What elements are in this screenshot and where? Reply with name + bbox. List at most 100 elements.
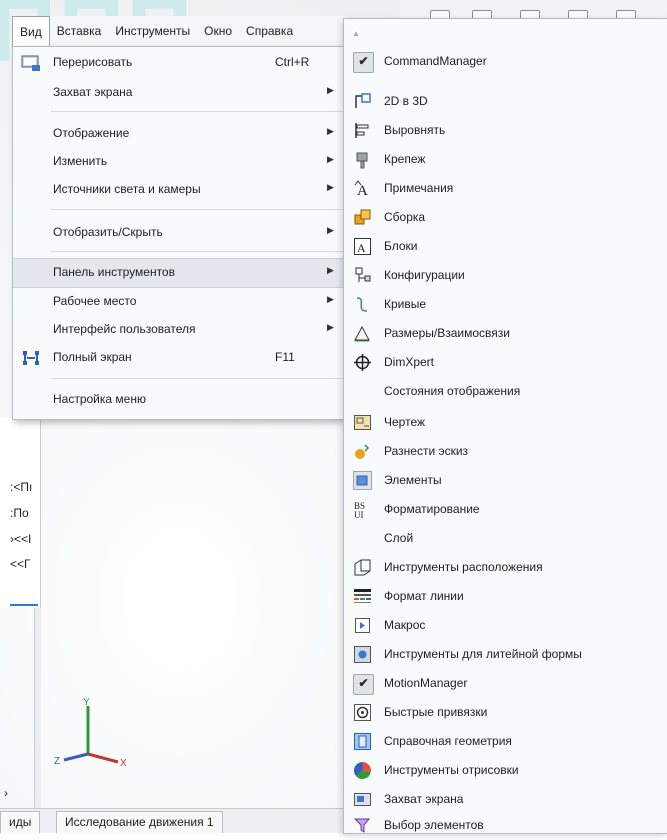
mold-tools-icon bbox=[354, 646, 371, 663]
menu-item-hide-show[interactable]: Отобразить/Скрыть ▶ bbox=[13, 219, 347, 247]
submenu-item-dimxpert[interactable]: DimXpert bbox=[344, 348, 667, 377]
submenu-item-layer[interactable]: Слой bbox=[344, 524, 667, 553]
shortcut-label: Ctrl+R bbox=[275, 55, 310, 69]
menu-item-display[interactable]: Отображение ▶ bbox=[13, 120, 347, 148]
submenu-item-label: Инструменты отрисовки bbox=[384, 763, 519, 777]
submenu-item-selection-filter[interactable]: Выбор элементов bbox=[344, 811, 667, 840]
menu-item-lights-cameras[interactable]: Источники света и камеры ▶ bbox=[13, 176, 347, 204]
render-tools-icon bbox=[353, 762, 371, 779]
submenu-item-explode-sketch[interactable]: Разнести эскиз bbox=[344, 437, 667, 466]
tree-item[interactable]: :<Пı bbox=[10, 480, 32, 494]
submenu-item-annotation[interactable]: A Примечания bbox=[344, 174, 667, 203]
submenu-item-macro[interactable]: Макрос bbox=[344, 611, 667, 640]
menu-item-customize-menu[interactable]: Настройка меню bbox=[13, 386, 347, 414]
submenu-item-drawing[interactable]: Чертеж bbox=[344, 408, 667, 437]
scroll-right-icon[interactable]: › bbox=[4, 786, 8, 800]
x-axis-label: X bbox=[120, 758, 127, 769]
submenu-item-label: Форматирование bbox=[384, 502, 480, 516]
submenu-item-features[interactable]: Элементы bbox=[344, 466, 667, 495]
scroll-up-icon[interactable]: ▲ bbox=[352, 29, 360, 38]
menu-insert[interactable]: Вставка bbox=[50, 16, 109, 46]
submenu-item-commandmanager[interactable]: ✔ CommandManager bbox=[344, 47, 667, 76]
submenu-item-reference-geometry[interactable]: Справочная геометрия bbox=[344, 727, 667, 756]
submenu-item-display-states[interactable]: Состояния отображения bbox=[344, 377, 667, 406]
submenu-item-configurations[interactable]: Конфигурации bbox=[344, 261, 667, 290]
submenu-arrow-icon: ▶ bbox=[327, 294, 334, 304]
submenu-item-label: Формат линии bbox=[384, 589, 464, 603]
submenu-item-label: Инструменты для литейной формы bbox=[384, 647, 582, 661]
submenu-item-2d-to-3d[interactable]: 2D в 3D bbox=[344, 87, 667, 116]
menu-window[interactable]: Окно bbox=[197, 16, 239, 46]
submenu-item-label: Размеры/Взаимосвязи bbox=[384, 326, 510, 340]
explode-sketch-icon bbox=[355, 444, 370, 459]
menu-item-user-interface[interactable]: Интерфейс пользователя ▶ bbox=[13, 316, 347, 344]
svg-text:UI: UI bbox=[354, 510, 364, 519]
submenu-arrow-icon: ▶ bbox=[327, 154, 334, 164]
submenu-item-label: DimXpert bbox=[384, 355, 435, 369]
submenu-item-blocks[interactable]: A Блоки bbox=[344, 232, 667, 261]
menu-item-modify[interactable]: Изменить ▶ bbox=[13, 148, 347, 176]
submenu-item-label: Захват экрана bbox=[384, 792, 464, 806]
submenu-item-align[interactable]: Выровнять bbox=[344, 116, 667, 145]
2d-to-3d-icon bbox=[355, 93, 371, 108]
submenu-item-layout-tools[interactable]: Инструменты расположения bbox=[344, 553, 667, 582]
menu-item-redraw[interactable]: Перерисовать Ctrl+R bbox=[13, 49, 347, 77]
submenu-item-fastener[interactable]: Крепеж bbox=[344, 145, 667, 174]
submenu-item-formatting[interactable]: BS UI Форматирование bbox=[344, 495, 667, 524]
blocks-icon: A bbox=[354, 238, 371, 255]
menu-item-label: Перерисовать bbox=[53, 55, 133, 69]
dimensions-relations-icon bbox=[354, 325, 370, 342]
tab-views[interactable]: иды bbox=[0, 811, 41, 833]
submenu-arrow-icon: ▶ bbox=[327, 225, 334, 235]
submenu-item-label: CommandManager bbox=[384, 54, 487, 68]
configurations-icon bbox=[355, 267, 371, 282]
submenu-item-label: Чертеж bbox=[384, 415, 426, 429]
tree-item[interactable]: ›<<I bbox=[10, 532, 31, 546]
submenu-item-assembly[interactable]: Сборка bbox=[344, 203, 667, 232]
line-format-icon bbox=[354, 589, 371, 603]
submenu-item-line-format[interactable]: Формат линии bbox=[344, 582, 667, 611]
drawing-icon bbox=[354, 415, 371, 430]
menu-tools[interactable]: Инструменты bbox=[108, 16, 197, 46]
menu-separator bbox=[51, 209, 343, 210]
submenu-item-motionmanager[interactable]: ✔ MotionManager bbox=[344, 669, 667, 698]
submenu-item-label: Кривые bbox=[384, 297, 427, 311]
fastener-icon bbox=[356, 152, 368, 169]
submenu-arrow-icon: ▶ bbox=[327, 85, 334, 95]
curves-icon bbox=[356, 297, 368, 312]
annotation-icon: A bbox=[354, 180, 368, 198]
menu-item-label: Настройка меню bbox=[53, 392, 146, 406]
submenu-item-quick-snaps[interactable]: Быстрые привязки bbox=[344, 698, 667, 727]
submenu-item-label: 2D в 3D bbox=[384, 94, 428, 108]
submenu-item-render-tools[interactable]: Инструменты отрисовки bbox=[344, 756, 667, 785]
submenu-item-curves[interactable]: Кривые bbox=[344, 290, 667, 319]
menu-item-label: Захват экрана bbox=[53, 85, 133, 99]
screen-capture-icon bbox=[354, 793, 371, 806]
submenu-item-label: Выровнять bbox=[384, 123, 446, 137]
menu-view[interactable]: Вид bbox=[12, 16, 50, 46]
menu-item-full-screen[interactable]: Полный экран F11 bbox=[13, 344, 347, 372]
tree-item[interactable]: :По bbox=[10, 506, 29, 520]
menu-item-toolbars[interactable]: Панель инструментов ▶ bbox=[13, 258, 347, 288]
tree-item[interactable]: <<Г bbox=[10, 557, 31, 571]
menu-item-workspace[interactable]: Рабочее место ▶ bbox=[13, 288, 347, 316]
submenu-item-label: Блоки bbox=[384, 239, 418, 253]
quick-snaps-icon bbox=[354, 704, 371, 721]
view-menu-dropdown: Перерисовать Ctrl+R Захват экрана ▶ Отоб… bbox=[12, 46, 348, 420]
menu-item-label: Панель инструментов bbox=[53, 265, 175, 279]
tab-motion-study[interactable]: Исследование движения 1 bbox=[56, 811, 223, 833]
submenu-item-label: Слой bbox=[384, 531, 414, 545]
redraw-icon bbox=[21, 55, 40, 71]
menu-help[interactable]: Справка bbox=[239, 16, 300, 46]
submenu-item-mold-tools[interactable]: Инструменты для литейной формы bbox=[344, 640, 667, 669]
x-axis-line bbox=[87, 752, 119, 764]
dimxpert-icon bbox=[354, 354, 371, 371]
submenu-item-dimensions-relations[interactable]: Размеры/Взаимосвязи bbox=[344, 319, 667, 348]
submenu-item-label: Быстрые привязки bbox=[384, 705, 488, 719]
submenu-arrow-icon: ▶ bbox=[327, 126, 334, 136]
submenu-item-screen-capture[interactable]: Захват экрана bbox=[344, 785, 667, 814]
svg-text:A: A bbox=[357, 241, 366, 255]
menu-item-screen-capture[interactable]: Захват экрана ▶ bbox=[13, 79, 347, 107]
menu-item-label: Полный экран bbox=[53, 350, 132, 364]
submenu-item-label: Крепеж bbox=[384, 152, 426, 166]
